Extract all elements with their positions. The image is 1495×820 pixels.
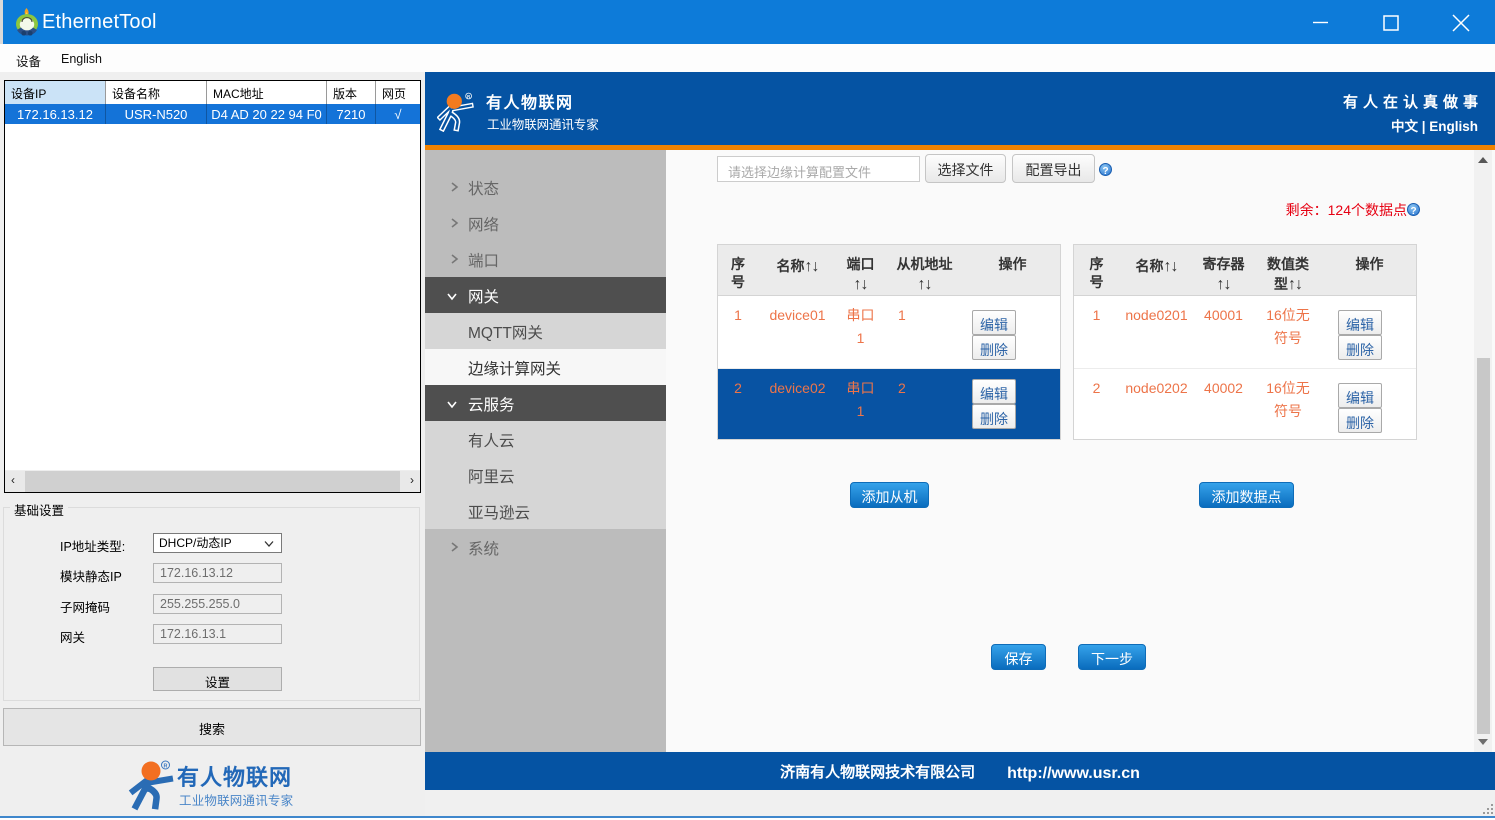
svg-text:R: R [467, 94, 470, 100]
svg-text:R: R [164, 762, 168, 770]
